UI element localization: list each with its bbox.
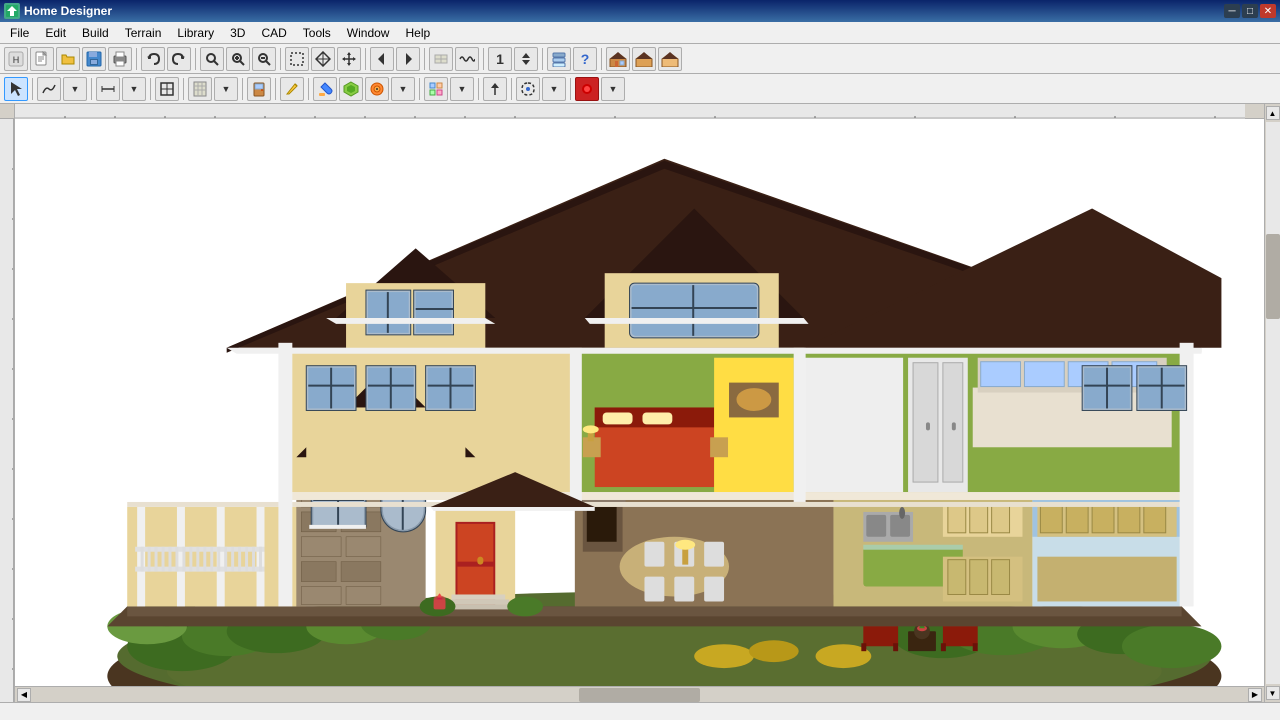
select-tool-button[interactable]: [4, 77, 28, 101]
floor-button[interactable]: [429, 47, 453, 71]
transform-tool-button[interactable]: [516, 77, 540, 101]
new-button[interactable]: [30, 47, 54, 71]
menu-tools[interactable]: Tools: [295, 24, 339, 42]
app-window: Home Designer ─ □ ✕ File Edit Build Terr…: [0, 0, 1280, 720]
layer-button[interactable]: [547, 47, 571, 71]
scroll-down-button[interactable]: ▼: [1266, 686, 1280, 700]
redo-button[interactable]: [167, 47, 191, 71]
fit-all-button[interactable]: [311, 47, 335, 71]
dropdown-btn-3[interactable]: ▼: [214, 77, 238, 101]
scroll-right-button[interactable]: ▶: [1248, 688, 1262, 702]
dropdown-btn-4[interactable]: ▼: [391, 77, 415, 101]
separator-1: [136, 48, 137, 70]
select-rect-button[interactable]: [285, 47, 309, 71]
print-button[interactable]: [108, 47, 132, 71]
elevate-tool-button[interactable]: [483, 77, 507, 101]
separator-t2-11: [570, 78, 571, 100]
separator-2: [195, 48, 196, 70]
undo-button[interactable]: [141, 47, 165, 71]
separator-7: [542, 48, 543, 70]
toolbar-1: H: [0, 44, 1280, 74]
separator-t2-9: [478, 78, 479, 100]
status-bar: [0, 702, 1280, 720]
menu-cad[interactable]: CAD: [253, 24, 294, 42]
symbol-tool-button[interactable]: [424, 77, 448, 101]
close-button[interactable]: ✕: [1260, 4, 1276, 18]
app-title: Home Designer: [24, 4, 1224, 18]
wave-button[interactable]: [455, 47, 479, 71]
num1-button[interactable]: 1: [488, 47, 512, 71]
pan-button[interactable]: [337, 47, 361, 71]
menu-bar: File Edit Build Terrain Library 3D CAD T…: [0, 22, 1280, 44]
door-tool-button[interactable]: [247, 77, 271, 101]
scroll-left-button[interactable]: ◀: [17, 688, 31, 702]
vertical-scrollbar[interactable]: ▲ ▼: [1264, 104, 1280, 702]
help-button[interactable]: ?: [573, 47, 597, 71]
separator-t2-5: [242, 78, 243, 100]
pencil-tool-button[interactable]: [280, 77, 304, 101]
menu-file[interactable]: File: [2, 24, 37, 42]
house-scene: [15, 119, 1264, 686]
room-tool-button[interactable]: [155, 77, 179, 101]
home-button[interactable]: H: [4, 47, 28, 71]
pan-right-button[interactable]: [396, 47, 420, 71]
color-tool-button[interactable]: [313, 77, 337, 101]
pan-left-button[interactable]: [370, 47, 394, 71]
separator-t2-3: [150, 78, 151, 100]
separator-t2-4: [183, 78, 184, 100]
scroll-up-button[interactable]: ▲: [1266, 106, 1280, 120]
menu-help[interactable]: Help: [397, 24, 438, 42]
open-button[interactable]: [56, 47, 80, 71]
zoom-in-button[interactable]: [226, 47, 250, 71]
toolbar-2: ▼ ▼ ▼ ▼: [0, 74, 1280, 104]
content-row: ◀ ▶ ▲ ▼: [0, 104, 1280, 702]
menu-library[interactable]: Library: [169, 24, 222, 42]
menu-window[interactable]: Window: [339, 24, 398, 42]
material-tool-button[interactable]: [339, 77, 363, 101]
center-column: ◀ ▶: [15, 104, 1264, 702]
ruler-horizontal: [15, 104, 1264, 119]
minimize-button[interactable]: ─: [1224, 4, 1240, 18]
separator-t2-1: [32, 78, 33, 100]
svg-text:H: H: [13, 55, 20, 65]
title-bar: Home Designer ─ □ ✕: [0, 0, 1280, 22]
zoom-search-button[interactable]: [200, 47, 224, 71]
polyline-tool-button[interactable]: [37, 77, 61, 101]
menu-build[interactable]: Build: [74, 24, 117, 42]
separator-t2-7: [308, 78, 309, 100]
app-icon: [4, 3, 20, 19]
dropdown-btn-7[interactable]: ▼: [601, 77, 625, 101]
render2-button[interactable]: [632, 47, 656, 71]
ruler-vertical: [0, 104, 15, 702]
separator-t2-6: [275, 78, 276, 100]
texture-tool-button[interactable]: [365, 77, 389, 101]
separator-5: [424, 48, 425, 70]
title-controls: ─ □ ✕: [1224, 4, 1276, 18]
menu-3d[interactable]: 3D: [222, 24, 253, 42]
dropdown-btn-5[interactable]: ▼: [450, 77, 474, 101]
horizontal-scrollbar[interactable]: ◀ ▶: [15, 686, 1264, 702]
separator-6: [483, 48, 484, 70]
zoom-out-button[interactable]: [252, 47, 276, 71]
separator-8: [601, 48, 602, 70]
dropdown-btn-2[interactable]: ▼: [122, 77, 146, 101]
separator-3: [280, 48, 281, 70]
drawing-canvas[interactable]: [15, 119, 1264, 686]
menu-edit[interactable]: Edit: [37, 24, 74, 42]
separator-t2-10: [511, 78, 512, 100]
save-button[interactable]: [82, 47, 106, 71]
dropdown-btn-1[interactable]: ▼: [63, 77, 87, 101]
maximize-button[interactable]: □: [1242, 4, 1258, 18]
render1-button[interactable]: [606, 47, 630, 71]
dropdown-btn-6[interactable]: ▼: [542, 77, 566, 101]
wall-tool-button[interactable]: [188, 77, 212, 101]
render3-button[interactable]: [658, 47, 682, 71]
menu-terrain[interactable]: Terrain: [117, 24, 170, 42]
record-button[interactable]: [575, 77, 599, 101]
separator-t2-8: [419, 78, 420, 100]
elevate-button[interactable]: [514, 47, 538, 71]
dimension-tool-button[interactable]: [96, 77, 120, 101]
separator-t2-2: [91, 78, 92, 100]
separator-4: [365, 48, 366, 70]
